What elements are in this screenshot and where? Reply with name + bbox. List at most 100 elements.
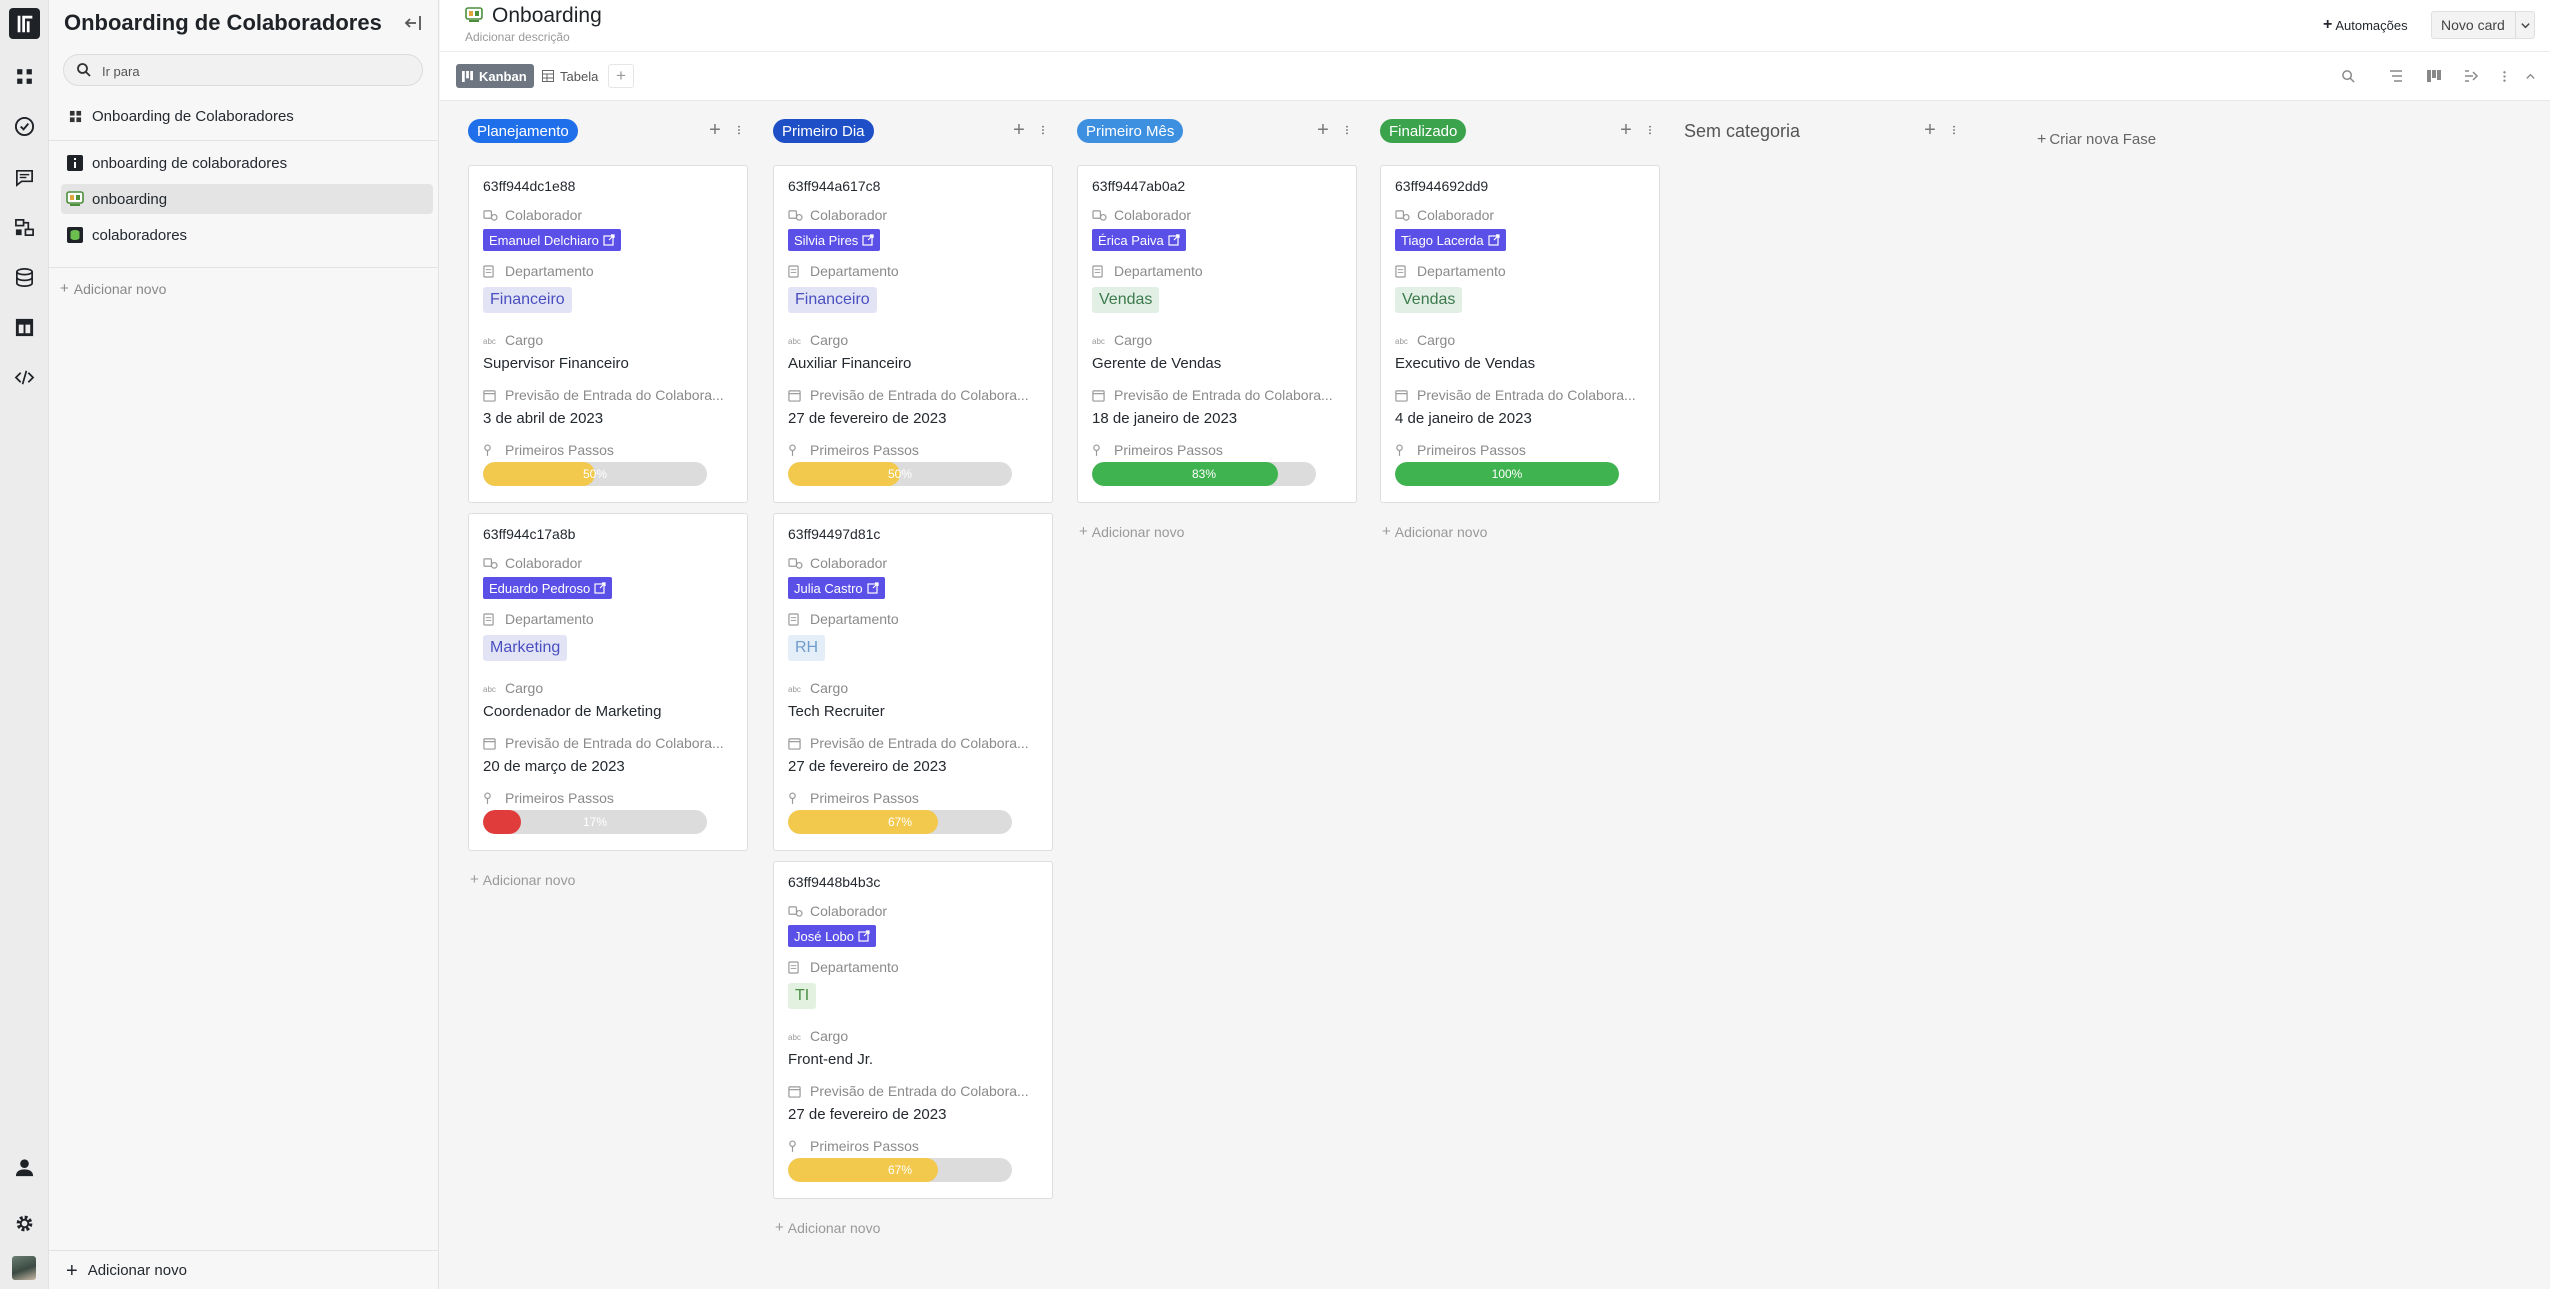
collaborator-name: Emanuel Delchiaro bbox=[489, 232, 599, 248]
kanban-card[interactable]: 63ff9447ab0a2 Colaborador Érica Paiva Depar… bbox=[1077, 165, 1357, 503]
field-label-primeiros-passos: Primeiros Passos bbox=[1395, 442, 1526, 458]
text-field-icon: abc bbox=[1092, 333, 1109, 348]
collaborator-tag[interactable]: Eduardo Pedroso bbox=[483, 577, 613, 599]
column-add-icon[interactable]: + bbox=[1615, 119, 1637, 141]
page-description[interactable]: Adicionar descrição bbox=[465, 30, 570, 44]
more-vertical-icon[interactable] bbox=[1037, 119, 1049, 141]
user-icon[interactable] bbox=[14, 1157, 35, 1178]
chevron-up-icon[interactable] bbox=[2520, 66, 2540, 86]
field-label-colaborador: Colaborador bbox=[1092, 207, 1191, 223]
more-vertical-icon[interactable] bbox=[733, 119, 745, 141]
more-vertical-icon[interactable] bbox=[2494, 66, 2514, 86]
tab-table[interactable]: Tabela bbox=[538, 64, 608, 88]
more-vertical-icon[interactable] bbox=[1341, 119, 1353, 141]
avatar[interactable] bbox=[12, 1256, 36, 1280]
view-toolbar: Kanban Tabela + bbox=[440, 52, 2550, 101]
sidebar-add-button[interactable]: + Adicionar novo bbox=[60, 280, 166, 297]
field-label-cargo: abc Cargo bbox=[788, 680, 848, 696]
add-card-label: Adicionar novo bbox=[1091, 523, 1185, 540]
field-label-departamento: Departamento bbox=[788, 959, 899, 975]
create-phase-button[interactable]: + Criar nova Fase bbox=[2037, 131, 2156, 149]
chevron-down-icon[interactable] bbox=[2515, 12, 2535, 38]
department-tag: Vendas bbox=[1092, 287, 1160, 313]
field-label-previsao: Previsão de Entrada do Colabora... bbox=[788, 387, 1029, 403]
external-link-icon bbox=[858, 930, 870, 942]
database-icon bbox=[66, 226, 84, 244]
sidebar-item-info[interactable]: onboarding de colaboradores bbox=[61, 148, 433, 178]
search-icon[interactable] bbox=[2338, 66, 2358, 86]
sidebar-item-dashboard[interactable]: Onboarding de Colaboradores bbox=[61, 101, 433, 131]
kanban-card[interactable]: 63ff9448b4b3c Colaborador José Lobo Departa… bbox=[773, 861, 1053, 1199]
page-title[interactable]: Onboarding bbox=[492, 4, 602, 28]
column-add-icon[interactable]: + bbox=[1008, 119, 1030, 141]
info-icon bbox=[66, 154, 84, 172]
check-circle-icon[interactable] bbox=[14, 116, 35, 137]
collaborator-tag[interactable]: Julia Castro bbox=[788, 577, 885, 599]
workflow-icon[interactable] bbox=[14, 217, 35, 238]
collaborator-tag[interactable]: Érica Paiva bbox=[1092, 229, 1186, 251]
sidebar-item-colaboradores[interactable]: colaboradores bbox=[61, 220, 433, 250]
cargo-value: Front-end Jr. bbox=[788, 1051, 874, 1068]
column-header-finalizado[interactable]: Finalizado bbox=[1380, 118, 1467, 144]
progress-icon bbox=[1395, 443, 1412, 458]
add-card-button[interactable]: + Adicionar novo bbox=[470, 871, 575, 888]
field-label-text: Colaborador bbox=[810, 207, 888, 223]
collaborator-tag[interactable]: Tiago Lacerda bbox=[1395, 229, 1506, 251]
cargo-value: Executivo de Vendas bbox=[1395, 355, 1536, 372]
kanban-card[interactable]: 63ff944c17a8b Colaborador Eduardo Pedroso D… bbox=[468, 513, 748, 851]
app-logo[interactable] bbox=[9, 8, 40, 39]
filter-icon[interactable] bbox=[2386, 66, 2406, 86]
new-card-button[interactable]: Novo card bbox=[2431, 11, 2535, 39]
layout-icon[interactable] bbox=[14, 317, 35, 338]
kanban-card[interactable]: 63ff944a617c8 Colaborador Silvia Pires Depa… bbox=[773, 165, 1053, 503]
add-card-button[interactable]: + Adicionar novo bbox=[775, 1219, 880, 1236]
column-header-sem-categoria[interactable]: Sem categoria bbox=[1684, 118, 1800, 144]
collaborator-tag[interactable]: José Lobo bbox=[788, 925, 876, 947]
sidebar-bottom-add-button[interactable]: + Adicionar novo bbox=[66, 1261, 187, 1281]
field-label-colaborador: Colaborador bbox=[1395, 207, 1494, 223]
field-label-text: Cargo bbox=[810, 1028, 849, 1044]
calendar-icon bbox=[788, 388, 805, 403]
group-icon[interactable] bbox=[2424, 66, 2444, 86]
text-field-icon: abc bbox=[1395, 333, 1412, 348]
database-icon[interactable] bbox=[14, 267, 35, 288]
collapse-sidebar-icon[interactable] bbox=[402, 12, 424, 34]
kanban-card[interactable]: 63ff944dc1e88 Colaborador Emanuel Delchiar… bbox=[468, 165, 748, 503]
collaborator-tag[interactable]: Emanuel Delchiaro bbox=[483, 229, 621, 251]
add-card-label: Adicionar novo bbox=[1394, 523, 1488, 540]
field-label-text: Cargo bbox=[1417, 332, 1456, 348]
collaborator-name: Tiago Lacerda bbox=[1401, 232, 1484, 248]
field-label-text: Departamento bbox=[810, 959, 899, 975]
share-icon[interactable] bbox=[2461, 66, 2481, 86]
column-add-icon[interactable]: + bbox=[704, 119, 726, 141]
field-label-departamento: Departamento bbox=[483, 611, 594, 627]
field-label-text: Cargo bbox=[505, 332, 544, 348]
sidebar-item-onboarding[interactable]: onboarding bbox=[61, 184, 433, 214]
phase-badge: Primeiro Dia bbox=[773, 119, 874, 143]
sidebar-search[interactable] bbox=[63, 54, 423, 86]
dashboard-icon bbox=[66, 107, 84, 125]
automations-button[interactable]: + Automações bbox=[2323, 14, 2408, 36]
create-phase-label: Criar nova Fase bbox=[2049, 131, 2157, 148]
add-card-button[interactable]: + Adicionar novo bbox=[1079, 523, 1184, 540]
kanban-card[interactable]: 63ff944692dd9 Colaborador Tiago Lacerda Dep… bbox=[1380, 165, 1660, 503]
column-header-primeiro-mes[interactable]: Primeiro Mês bbox=[1077, 118, 1184, 144]
grid-icon[interactable] bbox=[14, 66, 35, 87]
card-id: 63ff944a617c8 bbox=[788, 178, 881, 194]
more-vertical-icon[interactable] bbox=[1644, 119, 1656, 141]
more-vertical-icon[interactable] bbox=[1948, 119, 1960, 141]
tab-kanban[interactable]: Kanban bbox=[456, 64, 534, 88]
gear-icon[interactable] bbox=[14, 1213, 35, 1234]
column-add-icon[interactable]: + bbox=[1919, 119, 1941, 141]
column-header-planejamento[interactable]: Planejamento bbox=[468, 118, 578, 144]
kanban-card[interactable]: 63ff94497d81c Colaborador Julia Castro Depa… bbox=[773, 513, 1053, 851]
add-view-button[interactable]: + bbox=[608, 64, 634, 88]
search-input[interactable] bbox=[102, 60, 402, 82]
add-card-button[interactable]: + Adicionar novo bbox=[1382, 523, 1487, 540]
column-header-primeiro-dia[interactable]: Primeiro Dia bbox=[773, 118, 874, 144]
field-label-text: Previsão de Entrada do Colabora... bbox=[505, 387, 724, 403]
collaborator-tag[interactable]: Silvia Pires bbox=[788, 229, 881, 251]
chat-icon[interactable] bbox=[14, 167, 35, 188]
column-add-icon[interactable]: + bbox=[1312, 119, 1334, 141]
code-icon[interactable] bbox=[14, 367, 35, 388]
